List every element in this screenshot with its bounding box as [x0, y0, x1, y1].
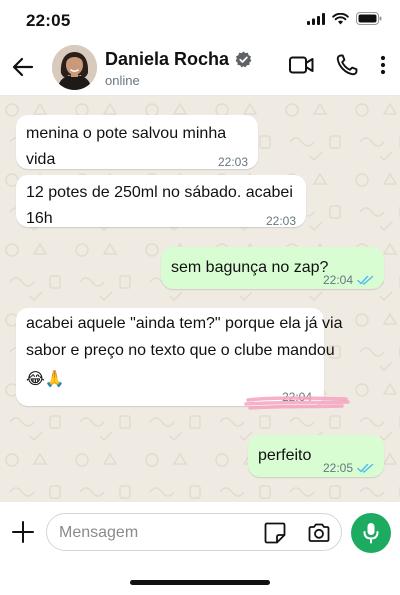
- message-time: 22:05: [322, 461, 353, 475]
- message-composer: [0, 502, 400, 562]
- video-call-icon[interactable]: [289, 56, 314, 74]
- message-text: 12 potes de 250ml no sábado. acabei 16h: [26, 184, 293, 227]
- message-input-box[interactable]: [46, 513, 342, 551]
- microphone-button[interactable]: [351, 513, 391, 553]
- header-actions: [289, 54, 386, 76]
- verified-badge-icon: [235, 51, 252, 68]
- home-indicator[interactable]: [130, 580, 270, 585]
- message-time: 22:04: [322, 273, 353, 287]
- status-icons: [307, 12, 382, 25]
- contact-name[interactable]: Daniela Rocha: [105, 49, 252, 70]
- chat-area[interactable]: menina o pote salvou minha vida 22:03 12…: [0, 96, 400, 502]
- double-check-icon: [357, 463, 374, 473]
- avatar[interactable]: [52, 45, 97, 90]
- message-time-status: 22:05: [323, 455, 374, 481]
- sticker-icon[interactable]: [263, 521, 287, 545]
- message-emojis: 😂🙏: [26, 369, 65, 388]
- back-arrow-icon: [12, 57, 34, 77]
- chat-header: Daniela Rocha online: [0, 40, 400, 96]
- message-bubble-incoming[interactable]: 12 potes de 250ml no sábado. acabei 16h …: [16, 175, 306, 228]
- message-input[interactable]: [59, 522, 249, 544]
- battery-icon: [356, 12, 382, 25]
- status-bar: 22:05: [0, 0, 400, 40]
- plus-icon[interactable]: [10, 519, 36, 545]
- wifi-icon: [332, 12, 349, 24]
- message-bubble-outgoing[interactable]: perfeito 22:05: [248, 435, 384, 477]
- double-check-icon: [357, 275, 374, 285]
- message-text: sem bagunça no zap?: [171, 259, 329, 276]
- back-button[interactable]: [8, 52, 38, 82]
- signal-icon: [307, 12, 325, 25]
- message-bubble-incoming[interactable]: menina o pote salvou minha vida 22:03: [16, 115, 258, 169]
- avatar-photo: [52, 45, 97, 90]
- message-time-status: 22:04: [323, 267, 374, 293]
- more-options-icon[interactable]: [380, 55, 386, 75]
- message-text-line: acabei aquele "ainda tem?" porque ela já…: [26, 315, 343, 332]
- message-bubble-incoming[interactable]: acabei aquele "ainda tem?" porque ela já…: [16, 308, 342, 406]
- phone-icon[interactable]: [336, 54, 358, 76]
- message-bubble-outgoing[interactable]: sem bagunça no zap? 22:04: [161, 247, 384, 289]
- message-text-line: sabor e preço no texto que o clube mando…: [26, 342, 335, 359]
- home-area: [0, 562, 400, 595]
- message-time: 22:03: [217, 155, 248, 169]
- message-text: perfeito: [258, 447, 312, 464]
- contact-status: online: [105, 73, 140, 88]
- camera-icon[interactable]: [307, 521, 331, 545]
- message-time: 22:03: [265, 214, 296, 228]
- microphone-icon: [363, 523, 379, 544]
- status-time: 22:05: [26, 11, 71, 30]
- highlight-marker: [244, 396, 350, 410]
- contact-name-text: Daniela Rocha: [105, 49, 230, 69]
